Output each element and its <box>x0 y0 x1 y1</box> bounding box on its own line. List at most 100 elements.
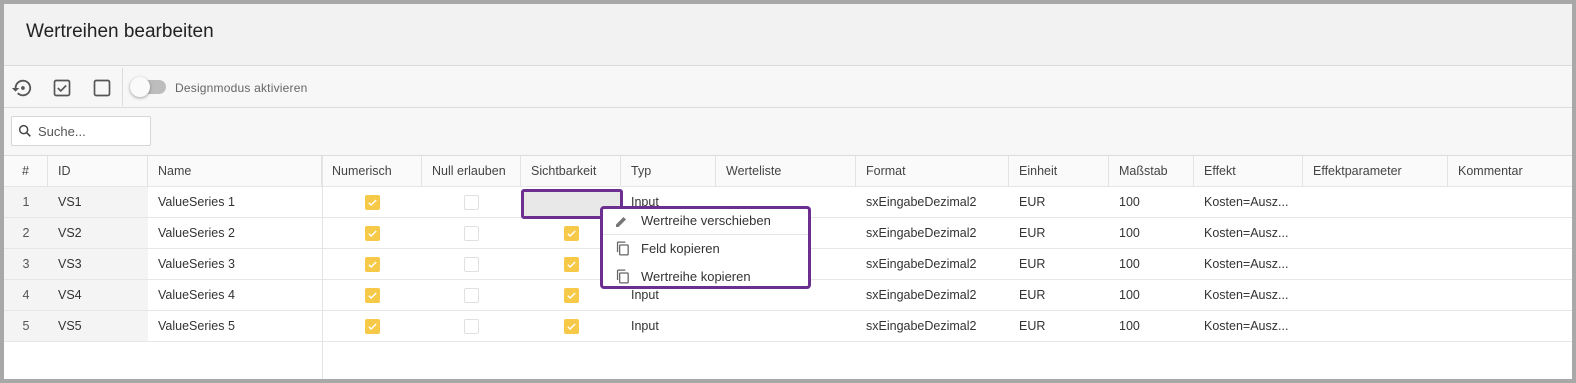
checkmark-icon <box>367 198 377 206</box>
design-mode-toggle[interactable] <box>130 77 166 97</box>
checkbox-checked[interactable] <box>364 225 380 241</box>
cell-effektparameter[interactable] <box>1303 311 1448 341</box>
uncheck-all-button[interactable] <box>90 76 114 100</box>
cell-effektparameter[interactable] <box>1303 280 1448 310</box>
cell-kommentar[interactable] <box>1448 280 1572 310</box>
menu-item-copy-series[interactable]: Wertreihe kopieren <box>603 263 808 290</box>
checkmark-icon <box>566 322 576 330</box>
cell-einheit[interactable]: EUR <box>1009 218 1109 248</box>
cell-id[interactable]: VS5 <box>48 311 148 341</box>
col-header-effekt[interactable]: Effekt <box>1194 156 1303 186</box>
cell-werteliste[interactable] <box>716 311 856 341</box>
checkbox-unchecked[interactable] <box>464 256 479 272</box>
cell-name[interactable]: ValueSeries 2 <box>148 218 322 248</box>
col-header-typ[interactable]: Typ <box>621 156 716 186</box>
checkmark-icon <box>566 260 576 268</box>
cell-id[interactable]: VS4 <box>48 280 148 310</box>
col-header-id[interactable]: ID <box>48 156 148 186</box>
cell-num[interactable]: 3 <box>4 249 48 279</box>
col-header-numerisch[interactable]: Numerisch <box>322 156 422 186</box>
menu-item-copy-field[interactable]: Feld kopieren <box>603 235 808 262</box>
cell-name[interactable]: ValueSeries 1 <box>148 187 322 217</box>
cell-num[interactable]: 2 <box>4 218 48 248</box>
cell-massstab[interactable]: 100 <box>1109 311 1194 341</box>
checkbox-empty-icon <box>93 79 111 97</box>
cell-effekt[interactable]: Kosten=Ausz... <box>1194 311 1303 341</box>
menu-item-move-series[interactable]: Wertreihe verschieben <box>603 207 808 234</box>
cell-massstab[interactable]: 100 <box>1109 187 1194 217</box>
checkbox-checked[interactable] <box>563 225 579 241</box>
col-header-kommentar[interactable]: Kommentar <box>1448 156 1572 186</box>
cell-id[interactable]: VS2 <box>48 218 148 248</box>
checkbox-checked[interactable] <box>364 318 380 334</box>
cell-effektparameter[interactable] <box>1303 218 1448 248</box>
cell-effektparameter[interactable] <box>1303 187 1448 217</box>
menu-item-label: Feld kopieren <box>641 241 720 256</box>
cell-null-erlauben <box>422 187 521 217</box>
cell-format[interactable]: sxEingabeDezimal2 <box>856 249 1009 279</box>
cell-kommentar[interactable] <box>1448 218 1572 248</box>
checkbox-checked[interactable] <box>364 287 380 303</box>
cell-massstab[interactable]: 100 <box>1109 218 1194 248</box>
col-header-format[interactable]: Format <box>856 156 1009 186</box>
cell-num[interactable]: 5 <box>4 311 48 341</box>
cell-effekt[interactable]: Kosten=Ausz... <box>1194 249 1303 279</box>
design-mode-label: Designmodus aktivieren <box>175 81 308 95</box>
page-title: Wertreihen bearbeiten <box>26 21 214 42</box>
col-header-sichtbarkeit[interactable]: Sichtbarkeit <box>521 156 621 186</box>
cell-kommentar[interactable] <box>1448 187 1572 217</box>
cell-kommentar[interactable] <box>1448 249 1572 279</box>
cell-kommentar[interactable] <box>1448 311 1572 341</box>
col-header-effektparameter[interactable]: Effektparameter <box>1303 156 1448 186</box>
cell-massstab[interactable]: 100 <box>1109 280 1194 310</box>
cell-num[interactable]: 4 <box>4 280 48 310</box>
cell-format[interactable]: sxEingabeDezimal2 <box>856 218 1009 248</box>
col-header-werteliste[interactable]: Werteliste <box>716 156 856 186</box>
cell-effektparameter[interactable] <box>1303 249 1448 279</box>
copy-icon <box>603 268 641 285</box>
col-header-massstab[interactable]: Maßstab <box>1109 156 1194 186</box>
checkbox-checked[interactable] <box>563 287 579 303</box>
col-header-null-erlauben[interactable]: Null erlauben <box>422 156 521 186</box>
cell-sichtbarkeit <box>521 311 621 341</box>
table-row[interactable]: 5 VS5 ValueSeries 5 Input sxEingabeDezimal2 E… <box>4 311 1572 342</box>
cell-format[interactable]: sxEingabeDezimal2 <box>856 311 1009 341</box>
edit-icon <box>603 213 641 229</box>
col-header-einheit[interactable]: Einheit <box>1009 156 1109 186</box>
search-input[interactable] <box>38 123 143 139</box>
cell-name[interactable]: ValueSeries 3 <box>148 249 322 279</box>
cell-name[interactable]: ValueSeries 5 <box>148 311 322 341</box>
cell-einheit[interactable]: EUR <box>1009 249 1109 279</box>
cell-id[interactable]: VS3 <box>48 249 148 279</box>
checkbox-unchecked[interactable] <box>464 318 479 334</box>
cell-num[interactable]: 1 <box>4 187 48 217</box>
cell-null-erlauben <box>422 249 521 279</box>
checkbox-checked[interactable] <box>563 318 579 334</box>
checkbox-checked[interactable] <box>364 194 380 210</box>
cell-format[interactable]: sxEingabeDezimal2 <box>856 187 1009 217</box>
cell-name[interactable]: ValueSeries 4 <box>148 280 322 310</box>
cell-massstab[interactable]: 100 <box>1109 249 1194 279</box>
cell-numerisch <box>322 218 422 248</box>
cell-einheit[interactable]: EUR <box>1009 280 1109 310</box>
cell-einheit[interactable]: EUR <box>1009 187 1109 217</box>
col-header-name[interactable]: Name <box>148 156 322 186</box>
search-icon <box>12 123 38 139</box>
title-bar: Wertreihen bearbeiten <box>4 4 1572 66</box>
check-all-button[interactable] <box>50 76 74 100</box>
cell-effekt[interactable]: Kosten=Ausz... <box>1194 187 1303 217</box>
cell-null-erlauben <box>422 218 521 248</box>
col-header-num[interactable]: # <box>4 156 48 186</box>
cell-einheit[interactable]: EUR <box>1009 311 1109 341</box>
checkbox-unchecked[interactable] <box>464 194 479 210</box>
cell-format[interactable]: sxEingabeDezimal2 <box>856 280 1009 310</box>
cell-typ[interactable]: Input <box>621 311 716 341</box>
cell-effekt[interactable]: Kosten=Ausz... <box>1194 280 1303 310</box>
checkbox-unchecked[interactable] <box>464 225 479 241</box>
reset-button[interactable] <box>10 76 34 100</box>
cell-effekt[interactable]: Kosten=Ausz... <box>1194 218 1303 248</box>
cell-id[interactable]: VS1 <box>48 187 148 217</box>
checkbox-checked[interactable] <box>563 256 579 272</box>
checkbox-checked[interactable] <box>364 256 380 272</box>
checkbox-unchecked[interactable] <box>464 287 479 303</box>
